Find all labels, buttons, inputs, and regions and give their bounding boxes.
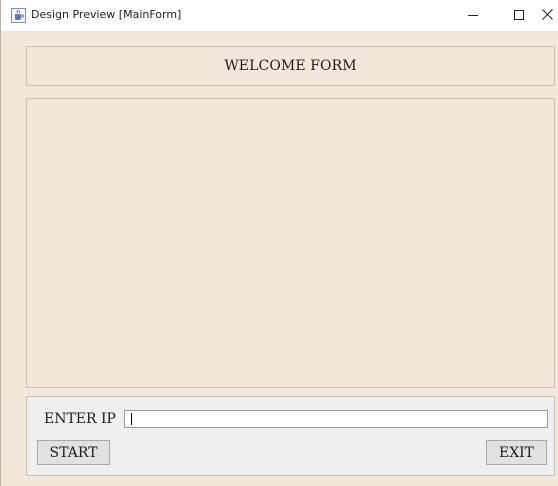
page-title: WELCOME FORM — [224, 58, 357, 74]
close-button[interactable] — [542, 0, 558, 32]
window-title: Design Preview [MainForm] — [31, 8, 182, 21]
ip-input[interactable] — [124, 410, 548, 428]
minimize-button[interactable] — [450, 0, 496, 32]
title-bar[interactable]: Design Preview [MainForm] — [1, 0, 558, 32]
start-button[interactable]: START — [37, 440, 110, 465]
ip-label: ENTER IP — [44, 411, 116, 427]
main-form-window: Design Preview [MainForm] WELCOME FORM E… — [0, 0, 558, 486]
header-panel: WELCOME FORM — [26, 46, 555, 86]
content-panel — [26, 98, 555, 388]
exit-button[interactable]: EXIT — [486, 440, 547, 465]
maximize-button[interactable] — [496, 0, 542, 32]
minimize-icon — [468, 7, 478, 25]
maximize-icon — [514, 7, 524, 25]
java-cup-icon — [11, 8, 26, 23]
bottom-panel: ENTER IP START EXIT — [26, 396, 555, 476]
close-icon — [542, 7, 553, 25]
text-caret — [131, 413, 132, 425]
